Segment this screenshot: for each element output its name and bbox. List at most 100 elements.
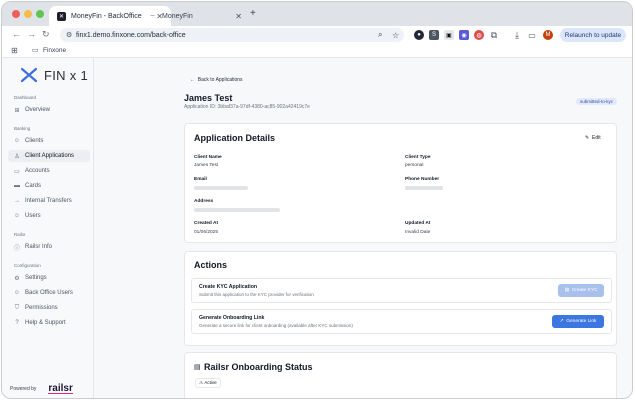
tab-title: MoneyFin — [162, 12, 193, 20]
actions-card: Actions Create KYC Application Submit th… — [184, 251, 617, 346]
sidebar-item-label: Internal Transfers — [25, 198, 72, 204]
sidebar-item-label: Permissions — [25, 305, 58, 311]
finxone-favicon-icon: ✕ — [57, 11, 66, 21]
status-badge: ⚠ Active — [195, 378, 221, 388]
tab-strip: ✕ MoneyFin - BackOffice ✕ ⎯ MoneyFin ✕ + — [2, 2, 632, 26]
sidebar-item-back-office-users[interactable]: ☺ Back Office Users — [8, 287, 90, 299]
extension-icon[interactable]: ◉ — [459, 30, 469, 40]
sidebar-item-accounts[interactable]: ▭ Accounts — [8, 165, 90, 177]
extension-icon[interactable]: S — [429, 30, 439, 40]
updated-at-value: Invalid Date — [405, 230, 431, 235]
client-name-label: Client Name — [194, 155, 222, 160]
reload-icon[interactable]: ↻ — [42, 29, 50, 40]
help-icon: ? — [15, 320, 19, 326]
page-title: James Test — [184, 93, 233, 103]
bookmark-star-icon[interactable]: ☆ — [392, 31, 399, 40]
client-type-value: personal — [405, 163, 424, 168]
client-type-label: Client Type — [405, 155, 431, 160]
minimize-window-button[interactable] — [24, 10, 32, 18]
extension-icon[interactable]: ● — [414, 30, 424, 40]
card-title: Application Details — [194, 133, 276, 143]
relaunch-label: Relaunch to update — [564, 31, 622, 39]
grid-icon: ⊞ — [14, 107, 20, 114]
sidebar-item-label: Accounts — [25, 168, 50, 174]
sidebar-panel-icon[interactable]: ▭ — [527, 30, 537, 40]
main-content: ← Back to Applications James Test Applic… — [94, 58, 632, 398]
railsr-status-card: ▤ Railsr Onboarding Status ⚠ Active — [184, 352, 617, 398]
puzzle-icon[interactable]: ⧉ — [489, 30, 499, 40]
tab-moneyfin[interactable]: ⎯ MoneyFin ✕ — [140, 6, 250, 26]
sidebar-item-internal-transfers[interactable]: → Internal Transfers — [8, 195, 90, 207]
arrows-icon: → — [14, 198, 20, 204]
warning-icon: ⚠ — [199, 380, 204, 385]
profile-avatar[interactable]: M — [543, 30, 553, 40]
created-at-label: Created At — [194, 221, 219, 226]
sidebar-item-permissions[interactable]: ⛉ Permissions — [8, 302, 90, 314]
sidebar-item-clients[interactable]: ☺ Clients — [8, 135, 90, 147]
sidebar-item-railsr-info[interactable]: ⓘ Railsr Info — [8, 241, 90, 253]
sidebar: FIN x 1 Dashboard ⊞ Overview Banking ☺ C… — [2, 58, 94, 398]
sidebar-item-settings[interactable]: ⚙ Settings — [8, 272, 90, 284]
external-link-icon: ↗ — [559, 319, 564, 324]
site-settings-icon[interactable]: ⚙ — [66, 31, 72, 39]
logo[interactable]: FIN x 1 — [20, 67, 88, 83]
generate-link-button[interactable]: ↗ Generate Link — [552, 315, 604, 328]
bookmark-folder[interactable]: Finxone — [43, 47, 66, 54]
folder-icon: ▭ — [32, 47, 39, 54]
info-icon: ⓘ — [13, 245, 20, 252]
browser-window: ✕ MoneyFin - BackOffice ✕ ⎯ MoneyFin ✕ +… — [1, 1, 633, 399]
application-details-card: Application Details ✎ Edit Client Name J… — [184, 123, 617, 243]
create-kyc-button[interactable]: ▤ Create KYC — [558, 284, 604, 297]
sidebar-item-label: Overview — [25, 107, 51, 113]
logo-text: FIN x 1 — [44, 67, 88, 83]
close-tab-icon[interactable]: ✕ — [235, 12, 242, 21]
sidebar-item-overview[interactable]: ⊞ Overview — [8, 104, 90, 116]
user-icon: ☺ — [13, 213, 21, 219]
card-title: Railsr Onboarding Status — [204, 362, 313, 372]
sidebar-item-label: Cards — [25, 183, 42, 189]
edit-icon: ✎ — [585, 135, 590, 141]
section-title: Dashboard — [14, 95, 37, 100]
edit-button[interactable]: ✎ Edit — [585, 135, 601, 141]
finx-logo-icon — [20, 67, 38, 83]
back-icon[interactable]: ← — [12, 29, 21, 39]
zoom-search-icon[interactable]: ⌕ — [378, 30, 382, 40]
email-value-redacted — [194, 186, 248, 190]
edit-label: Edit — [591, 135, 601, 141]
powered-by: Powered by railsr — [10, 384, 73, 394]
bookmarks-bar: ⊞ ▭ Finxone — [2, 44, 632, 58]
back-to-applications-link[interactable]: ← Back to Applications — [190, 77, 243, 83]
action-title: Create KYC Application — [199, 284, 258, 290]
download-icon[interactable]: ⤓ — [512, 30, 522, 40]
close-window-button[interactable] — [12, 10, 20, 18]
card-title: Actions — [194, 260, 228, 270]
shield-icon: ⛉ — [14, 304, 20, 311]
phone-value-redacted — [405, 186, 443, 190]
extension-icon[interactable]: ◍ — [474, 30, 484, 40]
sidebar-item-help-support[interactable]: ? Help & Support — [8, 317, 90, 329]
new-tab-button[interactable]: + — [250, 8, 256, 19]
updated-at-label: Updated At — [405, 221, 431, 226]
button-label: Create KYC — [571, 288, 598, 293]
phone-label: Phone Number — [405, 177, 440, 182]
back-label: Back to Applications — [197, 77, 243, 83]
generate-link-row: Generate Onboarding Link Generate a secu… — [191, 309, 612, 334]
maximize-window-button[interactable] — [36, 10, 44, 18]
user-check-icon: ♙ — [14, 153, 20, 160]
status-badge: submitted-to-kyc — [576, 98, 618, 105]
sidebar-item-users[interactable]: ☺ Users — [8, 210, 90, 222]
section-title: Railsr — [14, 232, 26, 237]
extension-icon[interactable]: ▣ — [444, 30, 454, 40]
forward-icon[interactable]: → — [27, 29, 36, 39]
email-label: Email — [194, 177, 207, 182]
relaunch-button[interactable]: Relaunch to update — [560, 28, 626, 42]
sidebar-item-label: Client Applications — [25, 153, 75, 159]
sidebar-item-label: Back Office Users — [25, 290, 73, 296]
sidebar-item-client-applications[interactable]: ♙ Client Applications — [8, 150, 90, 162]
section-title: Configuration — [14, 263, 41, 268]
sidebar-item-label: Railsr Info — [25, 244, 53, 250]
gear-icon: ⚙ — [14, 275, 20, 282]
sidebar-item-cards[interactable]: ▬ Cards — [8, 180, 90, 192]
address-bar[interactable]: ⚙ finx1.demo.finxone.com/back-office ⌕ ☆ — [60, 28, 404, 42]
apps-grid-icon[interactable]: ⊞ — [11, 46, 18, 55]
